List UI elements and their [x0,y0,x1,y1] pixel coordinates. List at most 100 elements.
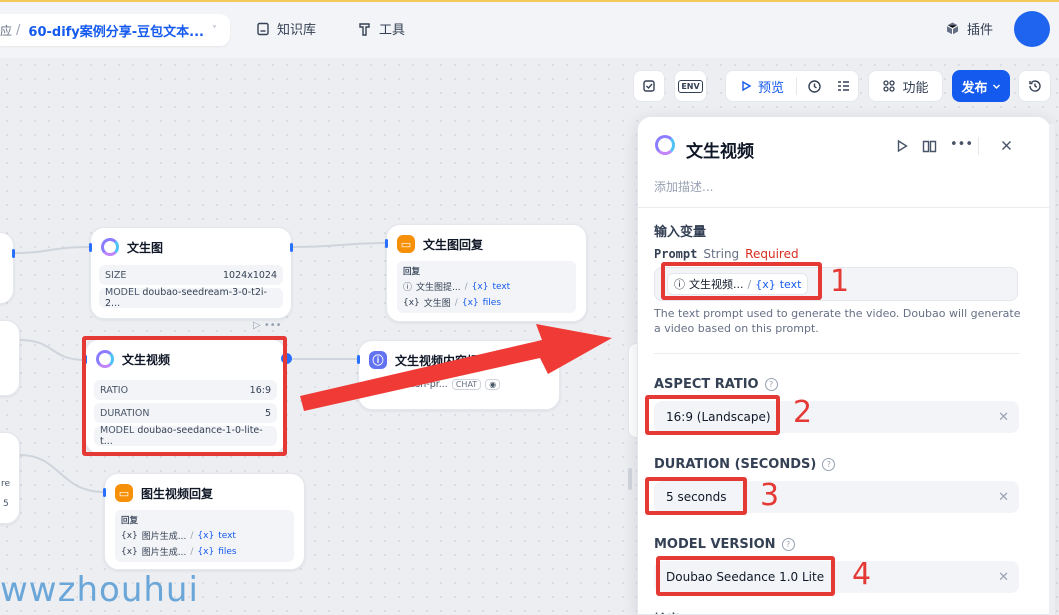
features-button[interactable]: 功能 [868,70,943,102]
node-text-to-image[interactable]: 文生图 SIZE 1024x1024 MODEL doubao-seedream-… [90,227,292,319]
clear-icon[interactable]: ✕ [998,410,1009,425]
reply-var-name: text [218,530,236,541]
reply-var-source: 图片生成... [141,532,187,542]
edge [292,242,387,248]
partial-node-text: re [1,479,11,489]
section-title-inputs: 输入变量 [654,225,707,240]
edge [13,246,91,254]
duration-label-text: DURATION (SECONDS) [654,457,817,472]
list-checks-icon[interactable] [836,79,851,94]
aspect-ratio-label-text: ASPECT RATIO [654,377,759,392]
reply-icon: ▭ [397,235,415,253]
node-title: 文生图回复 [423,237,484,252]
annotation-number: 2 [793,395,813,430]
cube-icon [946,22,959,35]
variable-icon: {x} [403,297,420,308]
node-i2v-reply[interactable]: ▭ 图生视频回复 回复 {x} 图片生成... / {x} text {x} 图片生成...… [104,473,305,570]
param-value: 1024x1024 [223,269,277,281]
edge [19,454,105,493]
panel-resize-handle[interactable] [628,468,632,490]
description-input[interactable]: 添加描述... [654,178,713,195]
annotation-arrow [300,324,612,411]
play-icon [742,80,752,92]
divider [654,353,1020,354]
reply-label: 回复 [121,516,139,526]
reply-label: 回复 [403,267,421,277]
history-icon [1028,80,1041,92]
doubao-logo-icon [655,135,675,155]
input-port[interactable] [103,488,106,497]
param-key: SIZE [105,269,127,281]
play-icon[interactable] [895,139,909,153]
partial-node[interactable]: re 5 [0,432,20,524]
publish-label: 发布 [961,80,988,96]
avatar[interactable] [1014,11,1050,47]
annotation-box-model [656,556,835,596]
prompt-name: Prompt [654,247,698,261]
annotation-box-node [82,336,287,456]
close-icon[interactable] [1001,140,1012,151]
output-port[interactable] [290,243,293,252]
more-icon[interactable]: ••• [950,137,973,152]
partial-node[interactable] [0,320,20,396]
input-port[interactable] [89,243,92,252]
preview-group[interactable]: 预览 [725,70,859,102]
node-config-panel: 文生视频 ••• 添加描述... 输入变量 Prompt String Requ… [637,116,1051,615]
annotation-box-aspect [645,395,780,435]
duration-label: DURATION (SECONDS)? [654,457,836,472]
prompt-help-text: The text prompt used to generate the vid… [654,307,1021,335]
reply-var-source: 图片生成... [141,548,187,558]
toolbar-divider [796,77,798,95]
chevron-down-icon [992,84,1000,89]
param-key: MODEL [105,287,140,298]
version-history-button[interactable] [1018,70,1051,102]
watermark: wwzhouhui [0,570,199,610]
partial-node-value: 5 [3,499,9,509]
nav-plugins-label: 插件 [967,23,994,38]
book-open-icon[interactable] [922,139,937,153]
node-t2i-reply[interactable]: ▭ 文生图回复 回复 ⓘ 文生图提... / {x} text {x} 文生图 / {x} fil… [386,224,587,322]
prompt-type: String [703,247,740,261]
annotation-number: 3 [760,478,780,513]
reply-content: 回复 ⓘ 文生图提... / {x} text {x} 文生图 / {x} files [397,261,576,313]
clear-icon[interactable]: ✕ [998,490,1009,505]
help-icon[interactable]: ? [781,538,795,551]
annotation-box-duration [645,477,747,515]
edge [19,339,86,361]
panel-title[interactable]: 文生视频 [686,137,754,162]
nav-plugins[interactable]: 插件 [945,19,993,38]
next-section-label: 输出 [654,609,680,614]
info-icon: ⓘ [403,283,413,293]
clear-icon[interactable]: ✕ [998,570,1009,585]
node-param-size: SIZE 1024x1024 [99,265,283,285]
help-icon[interactable]: ? [764,378,778,391]
variable-icon: {x} [121,546,138,557]
node-title: 图生视频回复 [141,486,214,501]
partial-node[interactable] [0,232,14,304]
reply-var-source: 文生图提... [416,283,461,293]
prompt-field-label: Prompt String Required [654,247,799,261]
node-param-model: MODEL doubao-seedream-3-0-t2i-2... [99,287,283,309]
env-label: ENV [678,79,703,93]
aspect-ratio-label: ASPECT RATIO? [654,377,778,392]
env-button[interactable]: ENV [674,70,707,102]
model-version-label: MODEL VERSION? [654,537,795,552]
features-label: 功能 [902,80,929,96]
input-port[interactable] [385,239,388,248]
scrollbar-track[interactable] [1049,124,1055,615]
model-version-label-text: MODEL VERSION [654,537,776,552]
variable-icon: {x} [121,530,138,541]
publish-button[interactable]: 发布 [952,70,1010,102]
preview-label[interactable]: 预览 [758,77,784,96]
help-icon[interactable]: ? [822,458,836,471]
checklist-icon [643,80,655,92]
prompt-required: Required [745,247,799,261]
history-run-icon[interactable] [807,79,822,94]
annotation-number: 4 [852,557,872,592]
reply-var-name: files [482,297,502,308]
node-title: 文生图 [127,240,164,255]
annotation-box-prompt [661,262,822,300]
features-icon [883,80,896,92]
node-actions[interactable]: ▷ ••• [253,320,282,331]
output-port[interactable] [12,249,15,258]
